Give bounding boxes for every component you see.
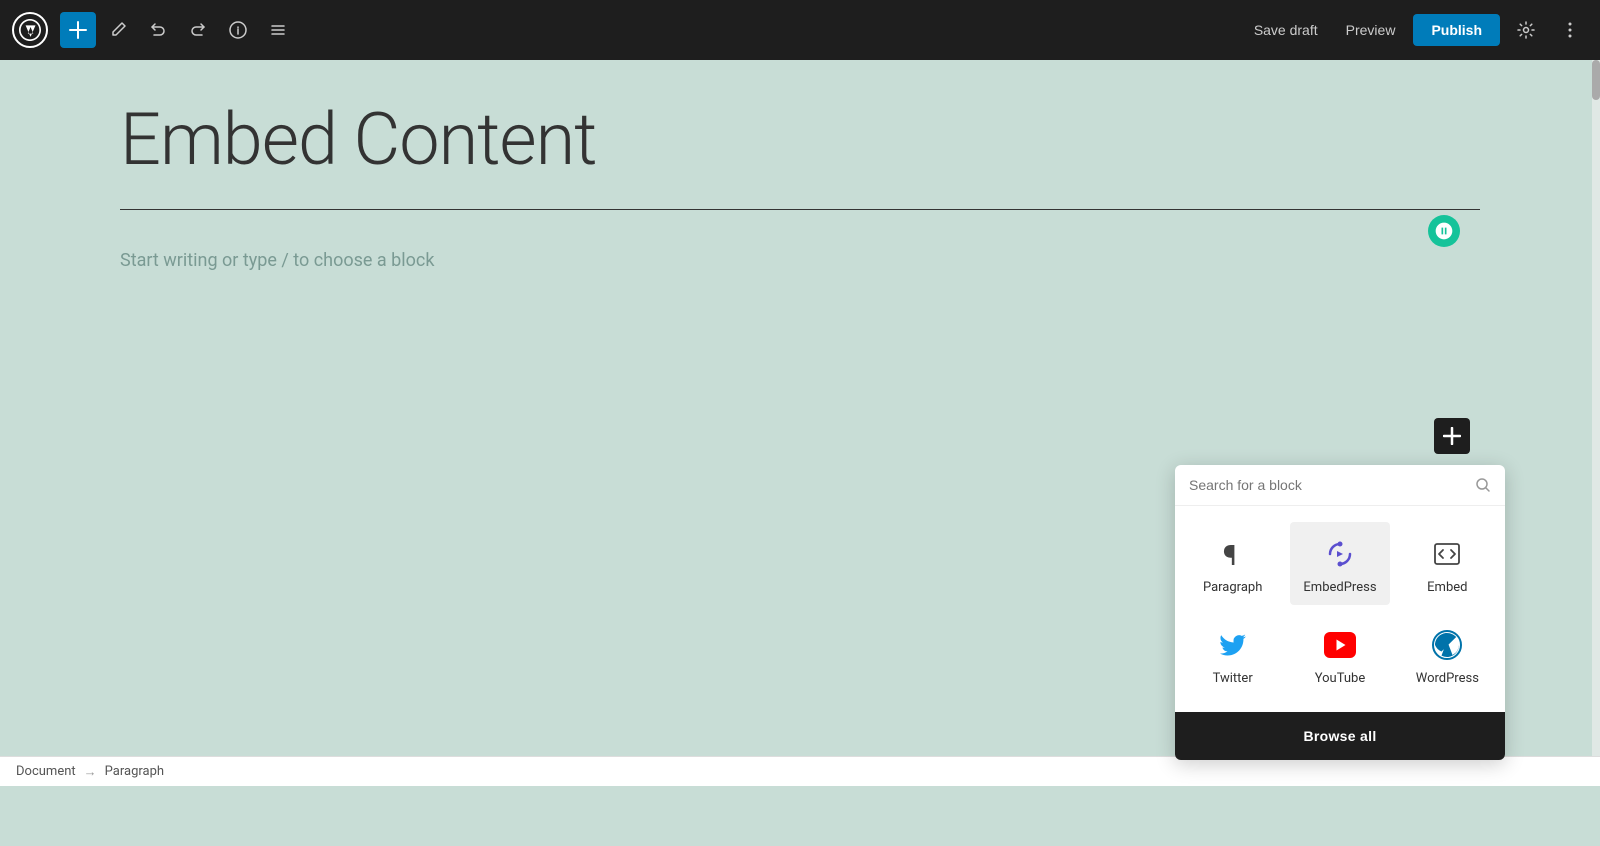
block-item-youtube[interactable]: YouTube (1290, 613, 1389, 696)
add-block-button[interactable] (1434, 418, 1470, 454)
preview-button[interactable]: Preview (1336, 16, 1406, 44)
editor-area: Embed Content Start writing or type / to… (0, 60, 1600, 786)
block-item-paragraph[interactable]: ¶ Paragraph (1183, 522, 1282, 605)
block-label-paragraph: Paragraph (1203, 580, 1262, 595)
block-label-youtube: YouTube (1315, 671, 1366, 686)
youtube-icon (1322, 627, 1358, 663)
embedpress-icon (1322, 536, 1358, 572)
block-search-container (1175, 465, 1505, 506)
settings-button[interactable] (1508, 12, 1544, 48)
scroll-thumb (1592, 60, 1600, 100)
block-item-wordpress[interactable]: WordPress (1398, 613, 1497, 696)
add-block-toolbar-button[interactable] (60, 12, 96, 48)
editor-placeholder[interactable]: Start writing or type / to choose a bloc… (120, 250, 1480, 271)
twitter-icon (1215, 627, 1251, 663)
toolbar: Save draft Preview Publish (0, 0, 1600, 60)
block-search-button[interactable] (1475, 477, 1491, 493)
block-item-embed[interactable]: Embed (1398, 522, 1497, 605)
wordpress-block-icon (1429, 627, 1465, 663)
info-button[interactable] (220, 12, 256, 48)
block-item-twitter[interactable]: Twitter (1183, 613, 1282, 696)
title-separator (120, 209, 1480, 210)
block-search-input[interactable] (1189, 477, 1467, 493)
block-label-embedpress: EmbedPress (1303, 580, 1376, 595)
block-picker: ¶ Paragraph EmbedPress (1175, 465, 1505, 760)
more-options-button[interactable] (1552, 12, 1588, 48)
svg-text:¶: ¶ (1223, 539, 1237, 569)
scroll-bar[interactable] (1592, 60, 1600, 756)
post-title[interactable]: Embed Content (120, 100, 1480, 179)
wordpress-logo[interactable] (12, 12, 48, 48)
block-picker-grid: ¶ Paragraph EmbedPress (1175, 506, 1505, 712)
status-separator: → (84, 764, 97, 780)
block-item-embedpress[interactable]: EmbedPress (1290, 522, 1389, 605)
toolbar-right: Save draft Preview Publish (1244, 12, 1588, 48)
paragraph-icon: ¶ (1215, 536, 1251, 572)
embed-icon (1429, 536, 1465, 572)
block-label-twitter: Twitter (1213, 671, 1253, 686)
list-view-button[interactable] (260, 12, 296, 48)
publish-button[interactable]: Publish (1413, 14, 1500, 46)
save-draft-button[interactable]: Save draft (1244, 16, 1328, 44)
status-bar: Document → Paragraph (0, 756, 1600, 786)
edit-button[interactable] (100, 12, 136, 48)
status-document[interactable]: Document (16, 764, 76, 779)
block-label-wordpress: WordPress (1416, 671, 1479, 686)
redo-button[interactable] (180, 12, 216, 48)
grammarly-icon[interactable] (1428, 215, 1460, 247)
undo-button[interactable] (140, 12, 176, 48)
browse-all-button[interactable]: Browse all (1175, 712, 1505, 760)
block-label-embed: Embed (1427, 580, 1467, 595)
status-context[interactable]: Paragraph (105, 764, 164, 779)
